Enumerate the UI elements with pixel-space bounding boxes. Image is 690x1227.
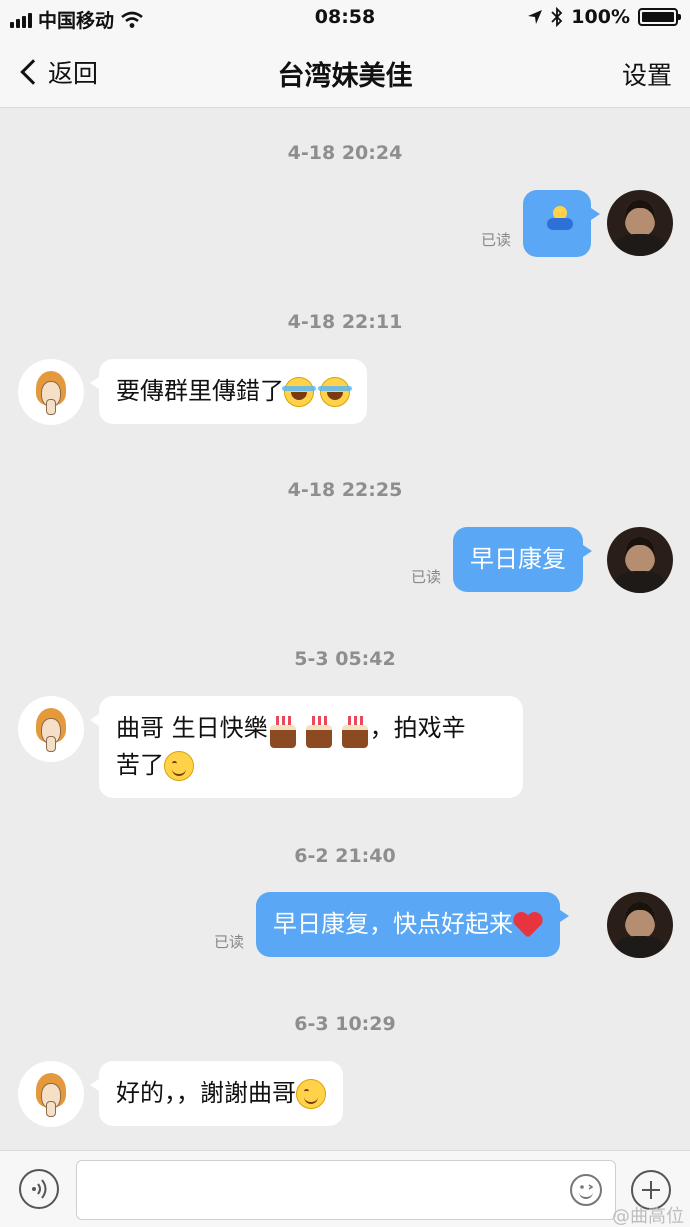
message-timestamp: 6-2 21:40 [294,845,396,867]
message-timestamp: 4-18 22:11 [287,311,403,333]
message-bubble[interactable]: 好的，，謝謝曲哥 [90,1061,343,1126]
chat-area[interactable]: 4-18 20:24 已读 4-18 22:11 要傳群里傳錯了 4-18 22… [0,108,690,1150]
message-timestamp: 4-18 22:25 [287,479,403,501]
watermark: @曲高位 [612,1206,684,1227]
cake-emoji-icon [304,715,334,748]
battery-percent: 100% [571,6,630,28]
laughing-crying-emoji-icon [282,377,316,407]
status-right: 100% [527,6,681,28]
message-text: 苦了 [116,751,164,779]
bluetooth-icon [551,7,563,27]
avatar[interactable] [607,892,673,958]
avatar[interactable] [18,696,84,762]
cake-emoji-icon [340,715,370,748]
status-bar: 中国移动 08:58 100% [0,0,690,36]
avatar[interactable] [607,190,673,256]
message-text: ，拍戏辛 [369,714,466,742]
nav-bar: 返回 台湾妹美佳 设置 [0,36,690,108]
message-text: 曲哥 生日快樂 [116,714,268,742]
avatar[interactable] [18,1061,84,1127]
message-bubble[interactable]: 早日康复 [453,527,592,592]
avatar[interactable] [607,527,673,593]
message-timestamp: 4-18 20:24 [287,142,403,164]
conversation-title: 台湾妹美佳 [277,61,413,92]
location-arrow-icon [528,10,543,24]
battery-icon [638,8,681,26]
cake-emoji-icon [268,715,298,748]
message-bubble[interactable]: 曲哥 生日快樂 ，拍戏辛 苦了 [90,696,523,798]
red-heart-emoji-icon [513,911,543,939]
read-receipt: 已读 [411,568,442,586]
message-text: 要傳群里傳錯了 [116,377,284,405]
voice-input-button[interactable] [19,1169,59,1209]
message-bubble[interactable]: 要傳群里傳錯了 [90,359,367,424]
message-timestamp: 5-3 05:42 [294,648,396,670]
message-timestamp: 6-3 10:29 [294,1013,396,1035]
laughing-crying-emoji-icon [318,377,352,407]
smiling-face-emoji-icon [164,751,194,781]
sticker-bubble[interactable] [523,190,600,257]
avatar[interactable] [18,359,84,425]
message-line: 曲哥 生日快樂 ，拍戏辛 [116,710,506,748]
voice-wave-icon [32,1179,47,1199]
read-receipt: 已读 [481,231,512,249]
smiling-face-emoji-icon [296,1079,326,1109]
message-text: 早日康复，快点好起来 [273,910,513,938]
message-input[interactable] [76,1160,616,1220]
message-bubble[interactable]: 早日康复，快点好起来 [256,892,569,957]
message-text: 好的，，謝謝曲哥 [116,1079,296,1107]
message-text: 早日康复 [470,545,566,573]
settings-button[interactable]: 设置 [622,56,672,92]
input-bar [0,1150,690,1227]
emoji-picker-icon[interactable] [570,1174,602,1206]
read-receipt: 已读 [214,933,245,951]
message-line: 苦了 [116,747,506,784]
